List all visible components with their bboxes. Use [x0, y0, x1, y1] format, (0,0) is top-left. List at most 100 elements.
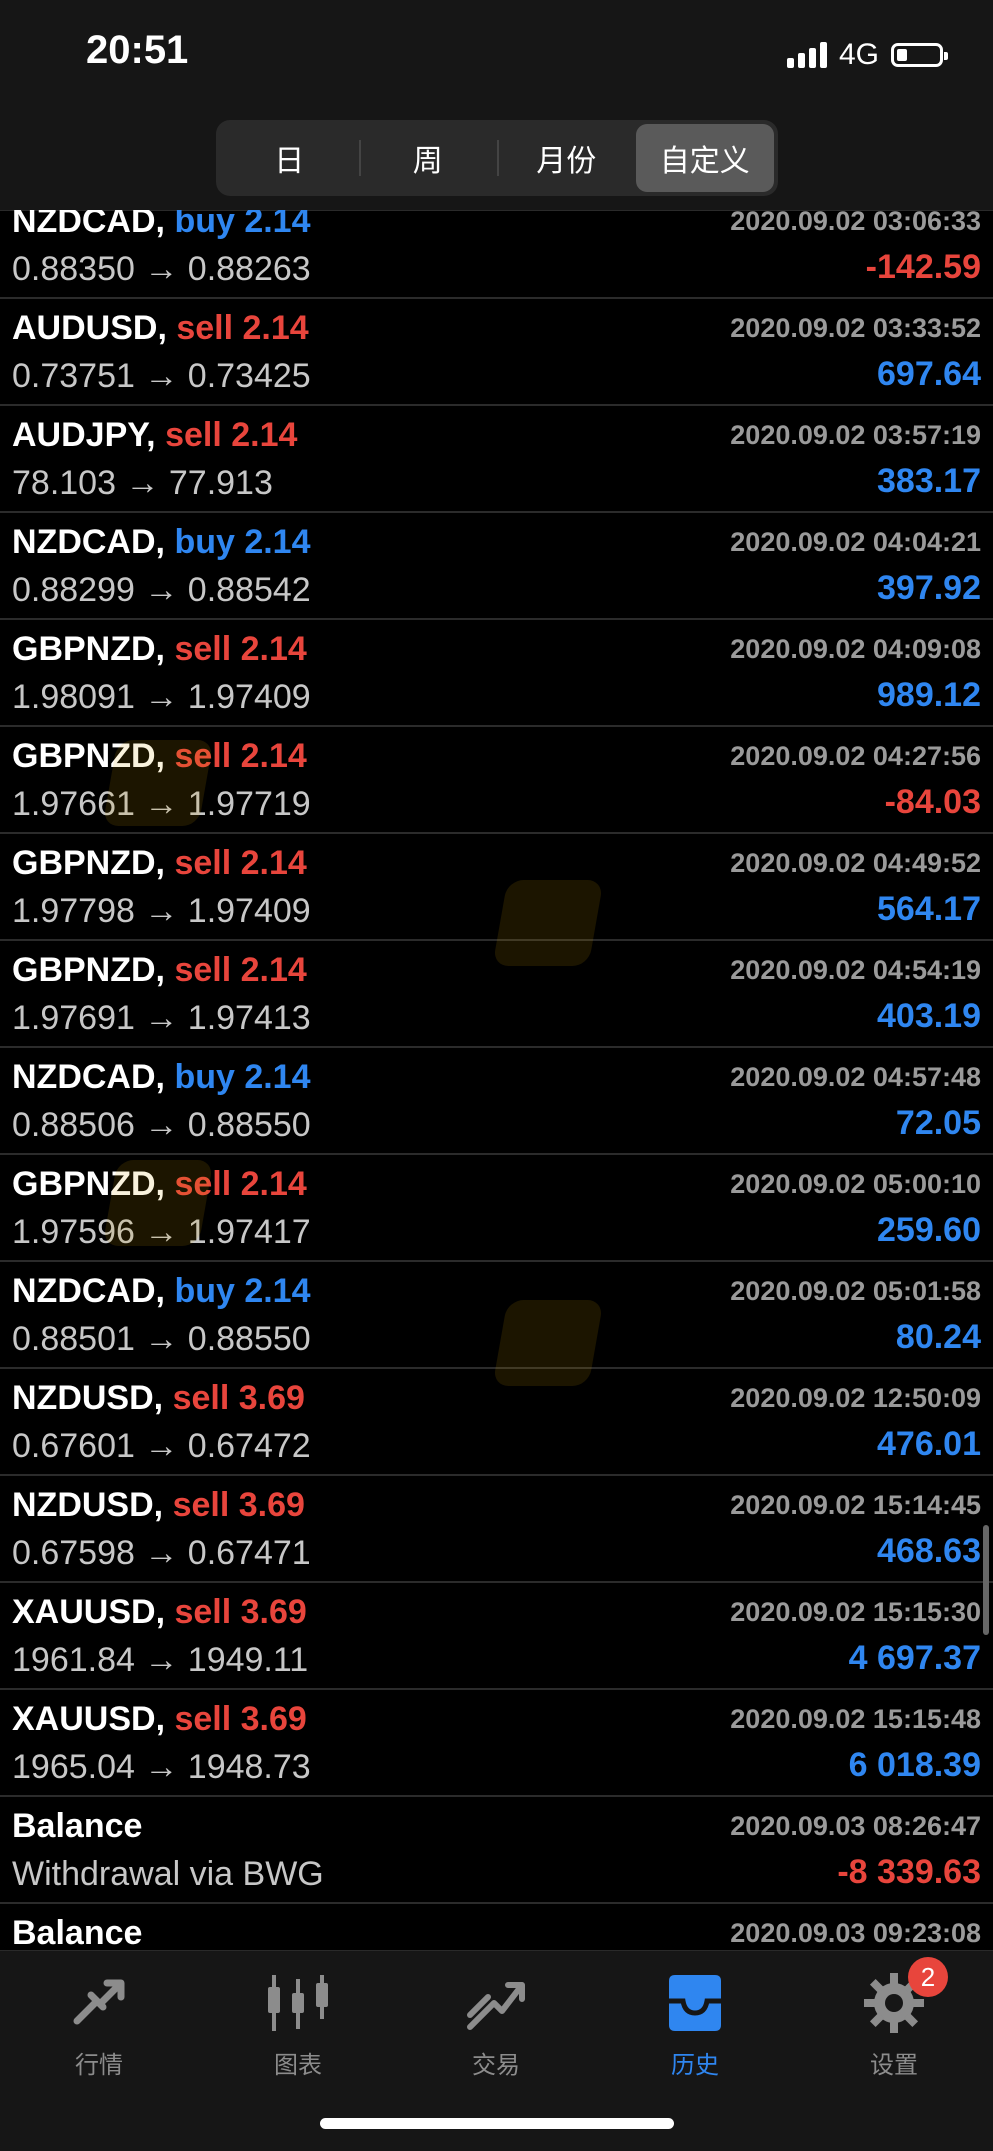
deal-prices: 78.103 → 77.913 [12, 464, 273, 502]
history-list-content: NZDCAD, buy 2.14 2020.09.02 03:06:33 0.883… [0, 210, 993, 1950]
history-row[interactable]: XAUUSD, sell 3.69 2020.09.02 15:15:30 1961… [0, 1583, 993, 1690]
chart-icon [228, 1965, 368, 2041]
tab-quotes[interactable]: 行情 [29, 1965, 169, 2080]
deal-header: GBPNZD, sell 2.14 [12, 951, 307, 990]
tab-history[interactable]: 历史 [625, 1965, 765, 2080]
deal-side-volume: sell 2.14 [174, 737, 307, 775]
deal-profit: 4 697.37 [848, 1639, 981, 1677]
history-row[interactable]: GBPNZD, sell 2.14 2020.09.02 05:00:10 1.97… [0, 1155, 993, 1262]
deal-profit: 6 018.39 [848, 1746, 981, 1784]
deal-prices: 1965.04 → 1948.73 [12, 1748, 311, 1786]
deal-side-volume: sell 3.69 [174, 1700, 307, 1738]
deal-time: 2020.09.02 04:09:08 [730, 634, 981, 664]
deal-time: 2020.09.02 04:57:48 [730, 1062, 981, 1092]
deal-side-volume: sell 2.14 [174, 951, 307, 989]
quotes-icon [29, 1965, 169, 2041]
deal-side-volume: sell 2.14 [174, 630, 307, 668]
deal-prices: Withdrawal via BWG [12, 1855, 324, 1893]
deal-prices: 1.97661 → 1.97719 [12, 785, 311, 823]
deal-prices: 0.73751 → 0.73425 [12, 357, 311, 395]
history-row[interactable]: NZDCAD, buy 2.14 2020.09.02 04:04:21 0.882… [0, 513, 993, 620]
deal-symbol: NZDCAD, [12, 1058, 165, 1096]
deal-symbol: GBPNZD, [12, 737, 165, 775]
deal-symbol: NZDCAD, [12, 1272, 165, 1310]
deal-header: NZDCAD, buy 2.14 [12, 1272, 311, 1311]
deal-time: 2020.09.02 05:00:10 [730, 1169, 981, 1199]
deal-symbol: GBPNZD, [12, 630, 165, 668]
deal-profit: -8 339.63 [837, 1853, 981, 1891]
scrollbar[interactable] [983, 1525, 989, 1635]
deal-prices: 0.88506 → 0.88550 [12, 1106, 311, 1144]
deal-profit: 989.12 [877, 676, 981, 714]
tab-label: 设置 [870, 2052, 918, 2079]
deal-profit: 259.60 [877, 1211, 981, 1249]
history-row[interactable]: GBPNZD, sell 2.14 2020.09.02 04:54:19 1.97… [0, 941, 993, 1048]
deal-header: NZDCAD, buy 2.14 [12, 1058, 311, 1097]
deal-symbol: NZDUSD, [12, 1486, 164, 1524]
network-type: 4G [838, 38, 879, 71]
segment-custom[interactable]: 自定义 [635, 124, 774, 192]
history-row[interactable]: GBPNZD, sell 2.14 2020.09.02 04:27:56 1.97… [0, 727, 993, 834]
history-row[interactable]: XAUUSD, sell 3.69 2020.09.02 15:15:48 1965… [0, 1690, 993, 1797]
deal-prices: 1.97798 → 1.97409 [12, 892, 311, 930]
deal-side-volume: sell 3.69 [172, 1486, 305, 1524]
deal-header: GBPNZD, sell 2.14 [12, 737, 307, 776]
history-row[interactable]: NZDCAD, buy 2.14 2020.09.02 04:57:48 0.885… [0, 1048, 993, 1155]
deal-profit: 564.17 [877, 890, 981, 928]
history-list[interactable]: NZDCAD, buy 2.14 2020.09.02 03:06:33 0.883… [0, 210, 993, 1950]
deal-prices: 1961.84 → 1949.11 [12, 1641, 309, 1679]
history-row[interactable]: NZDCAD, buy 2.14 2020.09.02 05:01:58 0.885… [0, 1262, 993, 1369]
deal-profit: 383.17 [877, 462, 981, 500]
tab-chart[interactable]: 图表 [228, 1965, 368, 2080]
trade-icon [426, 1965, 566, 2041]
status-time: 20:51 [86, 28, 189, 72]
history-row[interactable]: AUDUSD, sell 2.14 2020.09.02 03:33:52 0.73… [0, 299, 993, 406]
deal-header: GBPNZD, sell 2.14 [12, 630, 307, 669]
tab-settings[interactable]: 2 设置 [824, 1957, 964, 2080]
tab-trade[interactable]: 交易 [426, 1965, 566, 2080]
segment-day[interactable]: 日 [220, 124, 359, 192]
deal-time: 2020.09.02 03:06:33 [730, 210, 981, 236]
deal-header: Balance [12, 1807, 142, 1846]
deal-symbol: GBPNZD, [12, 951, 165, 989]
deal-time: 2020.09.02 05:01:58 [730, 1276, 981, 1306]
history-row[interactable]: GBPNZD, sell 2.14 2020.09.02 04:09:08 1.98… [0, 620, 993, 727]
deal-side-volume: sell 2.14 [174, 1165, 307, 1203]
deal-time: 2020.09.03 08:26:47 [730, 1811, 981, 1841]
deal-prices: 0.67601 → 0.67472 [12, 1427, 311, 1465]
history-row[interactable]: Balance 2020.09.03 09:23:08 [0, 1904, 993, 1950]
deal-symbol: Balance [12, 1914, 143, 1950]
deal-side-volume: buy 2.14 [174, 210, 311, 240]
deal-side-volume: sell 2.14 [176, 309, 309, 347]
history-row[interactable]: GBPNZD, sell 2.14 2020.09.02 04:49:52 1.97… [0, 834, 993, 941]
deal-symbol: GBPNZD, [12, 1165, 165, 1203]
deal-profit: 80.24 [895, 1318, 981, 1356]
deal-time: 2020.09.03 09:23:08 [730, 1918, 981, 1948]
deal-side-volume: sell 3.69 [172, 1379, 305, 1417]
deal-side-volume: buy 2.14 [174, 1272, 311, 1310]
history-row[interactable]: NZDCAD, buy 2.14 2020.09.02 03:06:33 0.883… [0, 210, 993, 299]
deal-prices: 0.88299 → 0.88542 [12, 571, 311, 609]
history-row[interactable]: NZDUSD, sell 3.69 2020.09.02 12:50:09 0.67… [0, 1369, 993, 1476]
segment-month[interactable]: 月份 [497, 124, 636, 192]
deal-symbol: AUDUSD, [12, 309, 167, 347]
segment-week[interactable]: 周 [358, 124, 498, 192]
deal-header: Balance [12, 1914, 142, 1950]
deal-header: GBPNZD, sell 2.14 [12, 1165, 307, 1204]
tab-label: 历史 [671, 2052, 719, 2079]
deal-header: GBPNZD, sell 2.14 [12, 844, 307, 883]
signal-icon [786, 42, 827, 68]
status-indicators: 4G [786, 38, 948, 72]
deal-header: AUDUSD, sell 2.14 [12, 309, 309, 348]
deal-time: 2020.09.02 15:14:45 [730, 1490, 981, 1520]
home-indicator [320, 2118, 674, 2129]
deal-header: XAUUSD, sell 3.69 [12, 1700, 307, 1739]
history-row[interactable]: AUDJPY, sell 2.14 2020.09.02 03:57:19 78.1… [0, 406, 993, 513]
tab-label: 行情 [75, 2052, 123, 2079]
deal-header: NZDUSD, sell 3.69 [12, 1486, 305, 1525]
tab-label: 交易 [472, 2052, 520, 2079]
deal-time: 2020.09.02 03:57:19 [730, 420, 981, 450]
history-row[interactable]: Balance 2020.09.03 08:26:47 Withdrawal via… [0, 1797, 993, 1904]
deal-time: 2020.09.02 04:54:19 [730, 955, 981, 985]
history-row[interactable]: NZDUSD, sell 3.69 2020.09.02 15:14:45 0.67… [0, 1476, 993, 1583]
